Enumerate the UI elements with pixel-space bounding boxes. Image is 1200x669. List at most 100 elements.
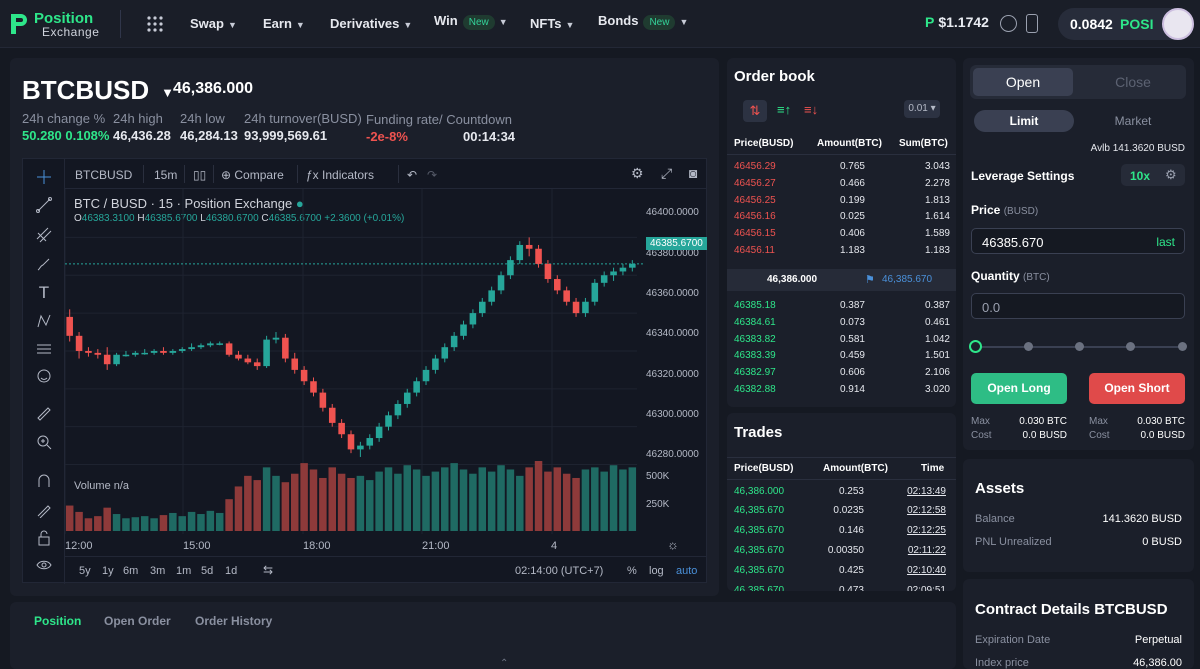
candle[interactable] <box>66 316 73 336</box>
candle[interactable] <box>328 407 336 423</box>
candle[interactable] <box>122 354 130 357</box>
range-1d[interactable]: 1d <box>225 565 237 577</box>
range-1y[interactable]: 1y <box>102 565 114 577</box>
candle[interactable] <box>188 347 195 350</box>
candle[interactable] <box>450 335 458 348</box>
brand-logo[interactable]: Position Exchange <box>8 9 128 39</box>
candle[interactable] <box>629 263 636 268</box>
compare-button[interactable]: ⊕ Compare <box>221 168 284 182</box>
nav-earn[interactable]: Earn ▼ <box>263 16 305 31</box>
avatar[interactable] <box>1162 8 1194 40</box>
emoji-icon[interactable] <box>36 368 52 384</box>
tab-market[interactable]: Market <box>1083 110 1183 132</box>
nav-derivatives[interactable]: Derivatives ▼ <box>330 16 412 31</box>
fullscreen-icon[interactable]: ⤢ <box>661 165 672 182</box>
magnet-icon[interactable] <box>36 473 52 489</box>
candle[interactable] <box>338 422 345 435</box>
candle[interactable] <box>422 369 430 382</box>
text-tool-icon[interactable]: T <box>36 283 52 302</box>
candle[interactable] <box>160 350 167 353</box>
range-1m[interactable]: 1m <box>176 565 191 577</box>
bids-only-icon[interactable]: ≡↑ <box>777 102 791 117</box>
candle[interactable] <box>563 290 570 302</box>
globe-icon[interactable] <box>1000 15 1017 32</box>
candle[interactable] <box>610 271 617 276</box>
candle[interactable] <box>75 335 83 351</box>
price-input[interactable]: 46385.670 last <box>971 228 1185 254</box>
tab-open-order[interactable]: Open Order <box>104 614 171 628</box>
tab-limit[interactable]: Limit <box>974 110 1074 132</box>
crosshair-icon[interactable] <box>36 169 52 185</box>
candle[interactable] <box>469 313 477 325</box>
candle[interactable] <box>357 445 364 450</box>
apps-grid-icon[interactable] <box>147 16 163 32</box>
range-3m[interactable]: 3m <box>150 565 165 577</box>
tab-close[interactable]: Close <box>1083 68 1183 96</box>
slider-step[interactable] <box>1024 342 1033 351</box>
candle[interactable] <box>207 343 214 346</box>
candle[interactable] <box>244 358 252 363</box>
range-6m[interactable]: 6m <box>123 565 138 577</box>
candle[interactable] <box>85 350 92 353</box>
nav-bonds[interactable]: Bonds New ▼ <box>598 13 688 30</box>
leverage-button[interactable]: 10x ⚙ <box>1121 164 1185 186</box>
mobile-icon[interactable] <box>1026 14 1038 33</box>
candle[interactable] <box>141 352 148 355</box>
candle[interactable] <box>216 343 224 345</box>
candle[interactable] <box>235 354 242 359</box>
candle[interactable] <box>385 415 392 427</box>
lock-drawing-icon[interactable] <box>36 502 52 518</box>
candle[interactable] <box>554 279 561 291</box>
candle[interactable] <box>263 339 270 367</box>
slider-step[interactable] <box>1126 342 1135 351</box>
brush-icon[interactable] <box>36 256 52 272</box>
scale-log[interactable]: log <box>649 565 664 577</box>
open-short-button[interactable]: Open Short <box>1089 373 1185 404</box>
candle[interactable] <box>478 301 486 314</box>
lock-icon[interactable] <box>36 530 52 546</box>
ruler-icon[interactable] <box>36 406 52 422</box>
asks-only-icon[interactable]: ≡↓ <box>804 102 818 117</box>
candle[interactable] <box>178 349 186 351</box>
candle[interactable] <box>347 434 355 450</box>
expand-icon[interactable]: ⌃ <box>500 658 508 669</box>
candle[interactable] <box>282 337 289 359</box>
gear-icon[interactable]: ☼ <box>667 537 679 552</box>
tab-order-history[interactable]: Order History <box>195 614 272 628</box>
candle[interactable] <box>441 347 449 359</box>
candle[interactable] <box>394 403 402 416</box>
candle[interactable] <box>113 354 120 365</box>
quantity-input[interactable]: 0.0 <box>971 293 1185 319</box>
candle[interactable] <box>169 350 177 353</box>
candle[interactable] <box>507 260 514 276</box>
slider-handle[interactable] <box>969 340 982 353</box>
tab-position[interactable]: Position <box>34 614 81 628</box>
undo-icon[interactable]: ↶ <box>407 168 417 182</box>
candle[interactable] <box>375 426 383 439</box>
candle[interactable] <box>103 354 111 365</box>
candle-type-icon[interactable]: ▯▯ <box>193 168 206 182</box>
settings-icon[interactable]: ⚙ <box>631 165 644 182</box>
tab-open[interactable]: Open <box>973 68 1073 96</box>
candle[interactable] <box>488 290 495 302</box>
goto-date-icon[interactable]: ⇆ <box>263 563 273 577</box>
candle[interactable] <box>535 248 542 264</box>
symbol-selector[interactable]: BTCBUSD ▼ <box>22 75 174 106</box>
candle[interactable] <box>413 381 420 393</box>
eye-icon[interactable] <box>36 557 52 573</box>
candle[interactable] <box>272 337 280 340</box>
interval-selector[interactable]: 15m <box>154 168 177 182</box>
candle[interactable] <box>591 282 599 302</box>
candle[interactable] <box>432 358 439 370</box>
tradingview-chart[interactable]: T BTCBUSD 15m ▯▯ ⊕ Compare ƒx Indicators… <box>22 158 707 584</box>
candle[interactable] <box>525 244 533 249</box>
last-price-button[interactable]: last <box>1156 235 1175 249</box>
candlestick-plot[interactable] <box>65 189 646 534</box>
candle[interactable] <box>291 358 299 370</box>
candle[interactable] <box>366 438 374 446</box>
candle[interactable] <box>403 392 411 404</box>
zoom-in-icon[interactable] <box>36 434 52 450</box>
scale-auto[interactable]: auto <box>676 565 697 577</box>
nav-swap[interactable]: Swap ▼ <box>190 16 237 31</box>
open-long-button[interactable]: Open Long <box>971 373 1067 404</box>
